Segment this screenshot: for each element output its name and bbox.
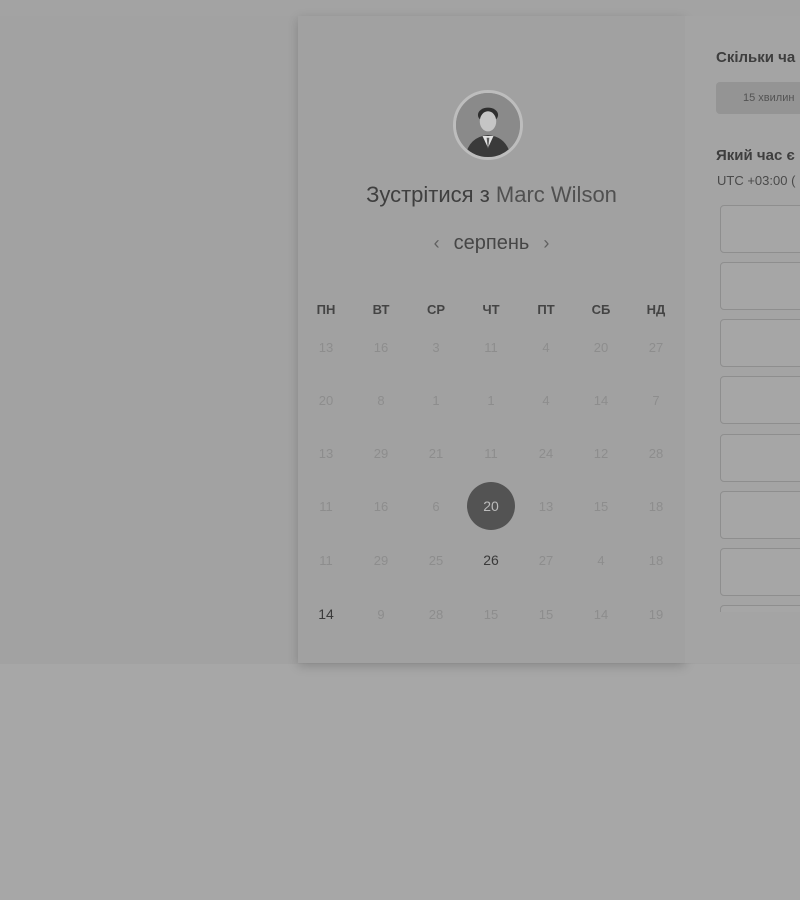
calendar-day: 20 xyxy=(593,339,609,355)
time-slot[interactable] xyxy=(720,205,800,253)
weekday-label: ВТ xyxy=(372,302,390,317)
calendar-day: 28 xyxy=(428,606,444,622)
calendar-day: 29 xyxy=(373,552,389,568)
top-strip xyxy=(0,0,800,16)
calendar-day: 6 xyxy=(432,498,440,514)
calendar-day-available[interactable]: 26 xyxy=(467,536,515,584)
time-slot[interactable] xyxy=(720,319,800,367)
weekday-header: ПН ВТ СР ЧТ ПТ СБ НД xyxy=(300,302,685,320)
calendar-day: 18 xyxy=(648,552,664,568)
time-slot[interactable] xyxy=(720,434,800,482)
calendar-day-selected[interactable]: 20 xyxy=(467,482,515,530)
weekday-label: СБ xyxy=(591,302,611,317)
calendar-day: 13 xyxy=(538,498,554,514)
calendar-card: Зустрітися з Marc Wilson ‹ серпень › ПН … xyxy=(298,16,685,663)
calendar-day: 9 xyxy=(377,606,385,622)
weekday-label: ПТ xyxy=(537,302,555,317)
weekday-label: ЧТ xyxy=(482,302,500,317)
calendar-day: 28 xyxy=(648,445,664,461)
time-slot[interactable] xyxy=(720,491,800,539)
calendar-day: 3 xyxy=(432,339,440,355)
chevron-right-icon[interactable]: › xyxy=(543,234,549,252)
calendar-day: 19 xyxy=(648,606,664,622)
host-name: Marc Wilson xyxy=(495,182,617,207)
calendar-day: 4 xyxy=(542,392,550,408)
time-slot[interactable] xyxy=(720,605,800,612)
month-label: серпень xyxy=(453,231,530,254)
calendar-day: 27 xyxy=(648,339,664,355)
calendar-day: 13 xyxy=(318,445,334,461)
calendar-day: 21 xyxy=(428,445,444,461)
calendar-day: 16 xyxy=(373,498,389,514)
calendar-day: 11 xyxy=(484,339,498,355)
time-slot[interactable] xyxy=(720,548,800,596)
time-selection-panel: Скільки ча 15 хвилин Який час є UTC +03:… xyxy=(685,16,800,663)
calendar-day: 15 xyxy=(483,606,499,622)
calendar-day: 1 xyxy=(432,392,440,408)
host-avatar xyxy=(453,90,523,160)
time-slot[interactable] xyxy=(720,262,800,310)
calendar-day: 11 xyxy=(484,445,498,461)
chevron-left-icon[interactable]: ‹ xyxy=(434,234,440,252)
calendar-day: 29 xyxy=(373,445,389,461)
calendar-day-available[interactable]: 14 xyxy=(302,590,350,638)
weekday-label: ПН xyxy=(316,302,336,317)
weekday-label: НД xyxy=(646,302,666,317)
calendar-day: 18 xyxy=(648,498,664,514)
calendar-day: 14 xyxy=(593,392,609,408)
time-slot-list xyxy=(685,16,800,612)
calendar-day: 11 xyxy=(319,498,333,514)
page-title: Зустрітися з Marc Wilson xyxy=(298,182,685,208)
calendar-day: 14 xyxy=(593,606,609,622)
calendar-day: 15 xyxy=(538,606,554,622)
calendar-day: 11 xyxy=(319,552,333,568)
time-slot[interactable] xyxy=(720,376,800,424)
calendar-day: 12 xyxy=(593,445,609,461)
calendar-day: 25 xyxy=(428,552,444,568)
calendar-day: 27 xyxy=(538,552,554,568)
calendar-day: 15 xyxy=(593,498,609,514)
calendar-day: 7 xyxy=(652,392,660,408)
title-prefix: Зустрітися з xyxy=(366,182,496,207)
calendar-day: 20 xyxy=(318,392,334,408)
calendar-day: 1 xyxy=(487,392,495,408)
weekday-label: СР xyxy=(426,302,446,317)
calendar-day: 4 xyxy=(597,552,605,568)
calendar-day: 4 xyxy=(542,339,550,355)
calendar-day: 16 xyxy=(373,339,389,355)
calendar-day: 13 xyxy=(318,339,334,355)
calendar-day: 24 xyxy=(538,445,554,461)
month-navigation: ‹ серпень › xyxy=(298,229,685,257)
calendar-day: 8 xyxy=(377,392,385,408)
